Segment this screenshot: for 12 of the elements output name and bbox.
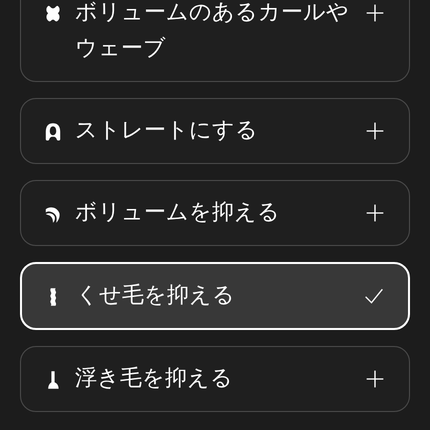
plus-icon	[365, 121, 385, 141]
option-card[interactable]: 浮き毛を抑える	[20, 346, 410, 412]
option-card[interactable]: ストレートにする	[20, 98, 410, 164]
check-icon	[364, 286, 384, 306]
option-card[interactable]: くせ毛を抑える	[20, 262, 410, 330]
option-card[interactable]: ボリュームを抑える	[20, 180, 410, 246]
hair-icon	[45, 121, 61, 143]
plus-icon	[365, 3, 385, 23]
plus-icon	[365, 203, 385, 223]
option-card[interactable]: ボリュームのあるカールやウェーブ	[20, 0, 410, 82]
strand-icon	[45, 369, 61, 391]
plus-icon	[365, 369, 385, 389]
